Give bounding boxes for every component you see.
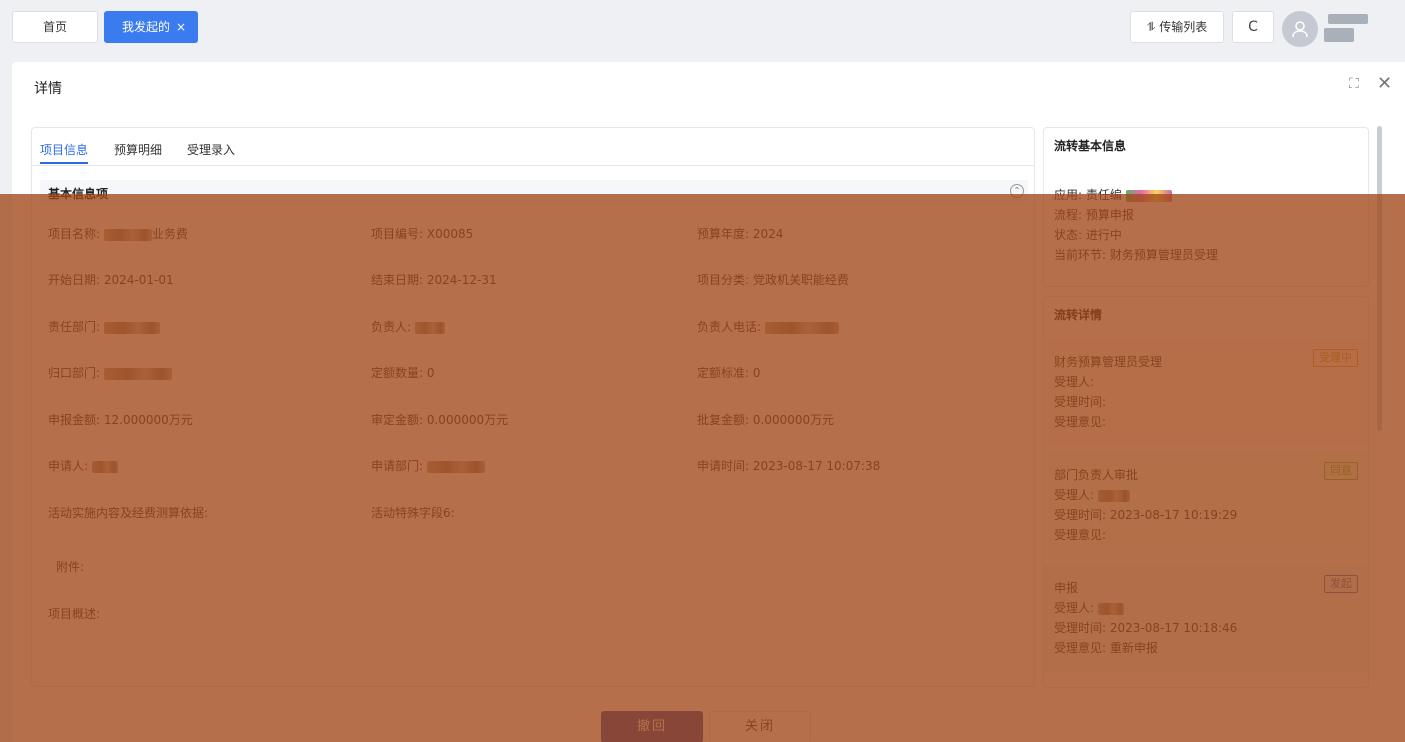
- central-dept-label: 归口部门:: [48, 366, 101, 380]
- owner-phone-label: 负责人电话:: [697, 320, 762, 334]
- dialog-title: 详情: [34, 81, 62, 97]
- owner-label: 负责人:: [371, 320, 412, 334]
- tab-project-info[interactable]: 项目信息: [40, 141, 88, 158]
- redacted-value: [414, 321, 445, 334]
- project-name-field: 项目名称: 业务费: [48, 225, 188, 242]
- tab-acceptance-entry[interactable]: 受理录入: [187, 141, 235, 158]
- flow-basic-card: 流转基本信息 应用: 责任编 流程: 预算申报 状态: 进行中 当前环节: 财务…: [1043, 127, 1369, 287]
- flow-app-line: 应用: 责任编: [1054, 186, 1172, 203]
- project-name-suffix: 业务费: [151, 227, 188, 241]
- redacted-value: [764, 321, 839, 334]
- resp-dept-field: 责任部门:: [48, 318, 160, 335]
- tab-budget-detail[interactable]: 预算明细: [114, 141, 162, 158]
- active-tab-indicator: [40, 162, 88, 164]
- tab-close-icon[interactable]: ×: [176, 20, 186, 34]
- flow-basic-title: 流转基本信息: [1054, 139, 1127, 153]
- status-badge: 受理中: [1313, 349, 1358, 367]
- quota-qty-field: 定额数量: 0: [371, 366, 435, 380]
- redacted-value: [426, 460, 485, 473]
- project-info-card: 项目信息 预算明细 受理录入 基本信息项 ⌃ 项目名称: 业务费 项目编号: X…: [31, 127, 1035, 687]
- resp-dept-label: 责任部门:: [48, 320, 101, 334]
- close-button[interactable]: 关闭: [709, 711, 811, 742]
- owner-phone-field: 负责人电话:: [697, 318, 839, 335]
- close-icon[interactable]: ✕: [1377, 73, 1392, 94]
- activity-basis-field: 活动实施内容及经费测算依据:: [48, 506, 209, 520]
- step-handler: 受理人:: [1054, 486, 1130, 503]
- special-field: 活动特殊字段6:: [371, 506, 455, 520]
- step-handler-label: 受理人:: [1054, 488, 1095, 502]
- redacted-value: [103, 228, 152, 241]
- redacted-value: [1097, 489, 1130, 502]
- approved-amount-field: 审定金额: 0.000000万元: [371, 413, 509, 427]
- step-time: 受理时间: 2023-08-17 10:18:46: [1054, 621, 1238, 635]
- category-field: 项目分类: 党政机关职能经费: [697, 273, 849, 287]
- central-dept-field: 归口部门:: [48, 364, 172, 381]
- flow-app-label: 应用: 责任编: [1054, 188, 1122, 202]
- granted-amount-field: 批复金额: 0.000000万元: [697, 413, 835, 427]
- applicant-field: 申请人:: [48, 457, 118, 474]
- start-date-field: 开始日期: 2024-01-01: [48, 273, 174, 287]
- step-handler: 受理人:: [1054, 375, 1095, 389]
- flow-status-line: 状态: 进行中: [1054, 228, 1122, 242]
- refresh-button[interactable]: C: [1232, 11, 1274, 43]
- redacted-value: [103, 367, 172, 380]
- top-bar: 首页 我发起的 × ⥮ 传输列表 C: [0, 0, 1405, 58]
- redacted-value: [1125, 189, 1172, 202]
- flow-step: 申报 发起 受理人: 受理时间: 2023-08-17 10:18:46 受理意…: [1044, 565, 1368, 671]
- step-opinion: 受理意见: 重新申报: [1054, 641, 1158, 655]
- maximize-icon[interactable]: ⛶: [1349, 76, 1359, 92]
- owner-field: 负责人:: [371, 318, 445, 335]
- section-header[interactable]: 基本信息项 ⌃: [40, 180, 1028, 204]
- redacted-value: [91, 460, 118, 473]
- step-opinion: 受理意见:: [1054, 415, 1107, 429]
- flow-current-node-line: 当前环节: 财务预算管理员受理: [1054, 248, 1218, 262]
- status-badge: 同意: [1324, 462, 1358, 480]
- step-opinion: 受理意见:: [1054, 528, 1107, 542]
- status-badge: 发起: [1324, 575, 1358, 593]
- overview-field: 项目概述:: [48, 607, 101, 621]
- step-time: 受理时间: 2023-08-17 10:19:29: [1054, 508, 1238, 522]
- flow-step: 财务预算管理员受理 受理中 受理人: 受理时间: 受理意见:: [1044, 339, 1368, 445]
- step-time: 受理时间:: [1054, 395, 1107, 409]
- project-name-label: 项目名称:: [48, 227, 101, 241]
- detail-dialog: 详情 ⛶ ✕ 项目信息 预算明细 受理录入 基本信息项 ⌃ 项目名称: 业务费 …: [12, 62, 1405, 742]
- tab-home[interactable]: 首页: [12, 11, 98, 43]
- quota-std-field: 定额标准: 0: [697, 366, 761, 380]
- apply-dept-label: 申请部门:: [371, 459, 424, 473]
- redacted-value: [103, 321, 160, 334]
- transfer-list-button[interactable]: ⥮ 传输列表: [1130, 11, 1224, 43]
- step-name: 财务预算管理员受理: [1054, 355, 1163, 369]
- apply-time-field: 申请时间: 2023-08-17 10:07:38: [697, 459, 881, 473]
- flow-process-line: 流程: 预算申报: [1054, 208, 1134, 222]
- redacted-value: [1097, 602, 1124, 615]
- attachment-field: 附件:: [56, 560, 85, 574]
- revoke-button[interactable]: 撤回: [601, 711, 703, 742]
- flow-step: 部门负责人审批 同意 受理人: 受理时间: 2023-08-17 10:19:2…: [1044, 452, 1368, 558]
- step-handler-label: 受理人:: [1054, 601, 1095, 615]
- section-title: 基本信息项: [48, 187, 109, 201]
- project-code-field: 项目编号: X00085: [371, 227, 474, 241]
- flow-detail-title: 流转详情: [1054, 308, 1103, 322]
- tab-my-initiated[interactable]: 我发起的 ×: [104, 11, 198, 43]
- end-date-field: 结束日期: 2024-12-31: [371, 273, 497, 287]
- user-avatar-icon[interactable]: [1282, 11, 1318, 47]
- dialog-scrollbar[interactable]: [1377, 126, 1382, 431]
- flow-detail-card: 流转详情 财务预算管理员受理 受理中 受理人: 受理时间: 受理意见: 部门负责…: [1043, 296, 1369, 688]
- collapse-icon[interactable]: ⌃: [1010, 184, 1024, 198]
- detail-tabs: 项目信息 预算明细 受理录入: [32, 128, 1034, 166]
- apply-amount-field: 申报金额: 12.000000万元: [48, 413, 193, 427]
- step-handler: 受理人:: [1054, 599, 1124, 616]
- user-name-redacted[interactable]: [1324, 14, 1376, 44]
- tab-my-initiated-label: 我发起的: [122, 20, 171, 34]
- applicant-label: 申请人:: [48, 459, 89, 473]
- step-name: 部门负责人审批: [1054, 468, 1139, 482]
- step-name: 申报: [1054, 581, 1079, 595]
- apply-dept-field: 申请部门:: [371, 457, 485, 474]
- budget-year-field: 预算年度: 2024: [697, 227, 784, 241]
